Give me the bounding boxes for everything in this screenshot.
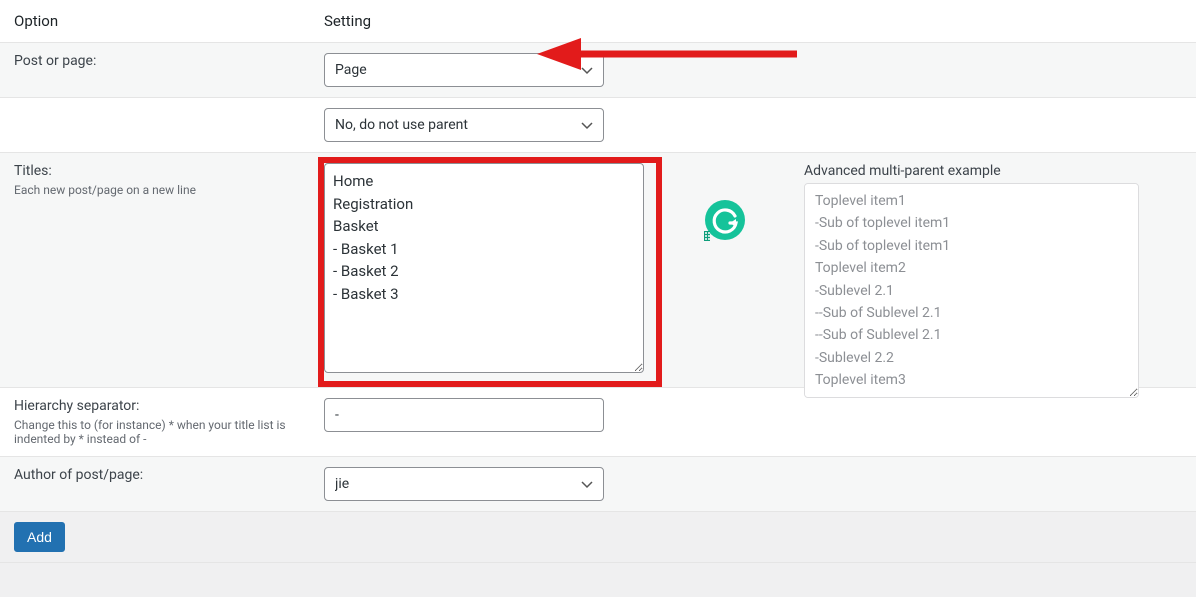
label-author: Author of post/page: — [14, 467, 296, 483]
example-textarea — [804, 183, 1139, 398]
row-submit: Add — [0, 512, 1196, 563]
example-title: Advanced multi-parent example — [804, 163, 1139, 179]
label-post-or-page: Post or page: — [14, 53, 296, 69]
table-header-row: Option Setting — [0, 0, 1196, 43]
row-post-or-page: Post or page: Page — [0, 43, 1196, 98]
row-parent: No, do not use parent — [0, 98, 1196, 153]
row-author: Author of post/page: jie — [0, 457, 1196, 512]
titles-textarea[interactable] — [324, 163, 644, 373]
grammarly-icon — [704, 199, 746, 241]
separator-input[interactable] — [324, 398, 604, 432]
label-titles-sub: Each new post/page on a new line — [14, 183, 296, 197]
header-option: Option — [0, 0, 310, 43]
settings-table: Option Setting Post or page: Page — [0, 0, 1196, 563]
parent-select[interactable]: No, do not use parent — [324, 108, 604, 142]
label-titles: Titles: — [14, 163, 296, 179]
post-or-page-select[interactable]: Page — [324, 53, 604, 87]
label-separator-sub: Change this to (for instance) * when you… — [14, 418, 296, 446]
example-block: Advanced multi-parent example — [804, 163, 1139, 402]
row-titles: Titles: Each new post/page on a new line — [0, 153, 1196, 388]
author-select[interactable]: jie — [324, 467, 604, 501]
label-separator: Hierarchy separator: — [14, 398, 296, 414]
add-button[interactable]: Add — [14, 522, 65, 552]
header-setting: Setting — [310, 0, 1196, 43]
